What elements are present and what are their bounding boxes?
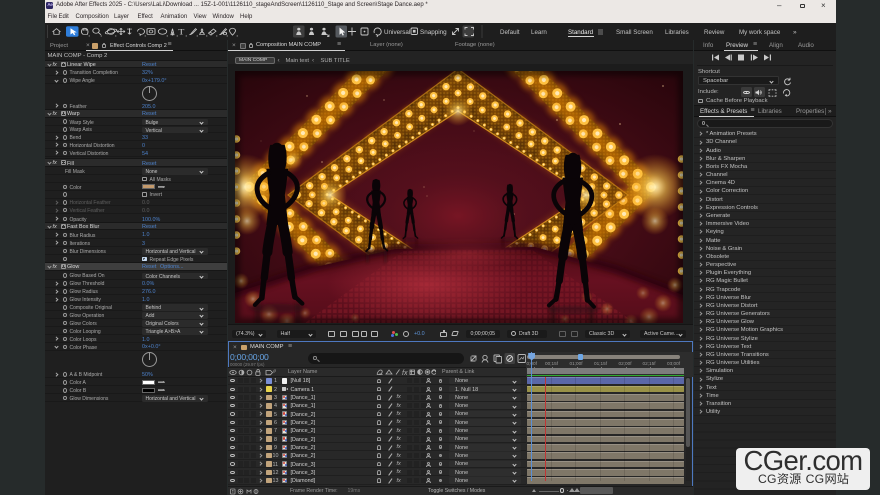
svg-text:Universal: Universal (384, 29, 410, 36)
svg-text:Snapping: Snapping (420, 29, 447, 36)
svg-text:My work space: My work space (739, 29, 781, 36)
svg-text:Small Screen: Small Screen (616, 29, 653, 36)
svg-text:CG: CG (758, 473, 777, 486)
svg-text:CG: CG (805, 473, 824, 486)
svg-text:Learn: Learn (531, 29, 547, 36)
svg-text:Libraries: Libraries (665, 29, 689, 36)
svg-text:»: » (793, 29, 797, 36)
svg-text:Standard: Standard (568, 29, 594, 36)
svg-text:Default: Default (500, 29, 520, 36)
svg-text:Review: Review (704, 29, 725, 36)
svg-text:T: T (178, 27, 185, 36)
svg-text:fx: fx (402, 370, 408, 376)
